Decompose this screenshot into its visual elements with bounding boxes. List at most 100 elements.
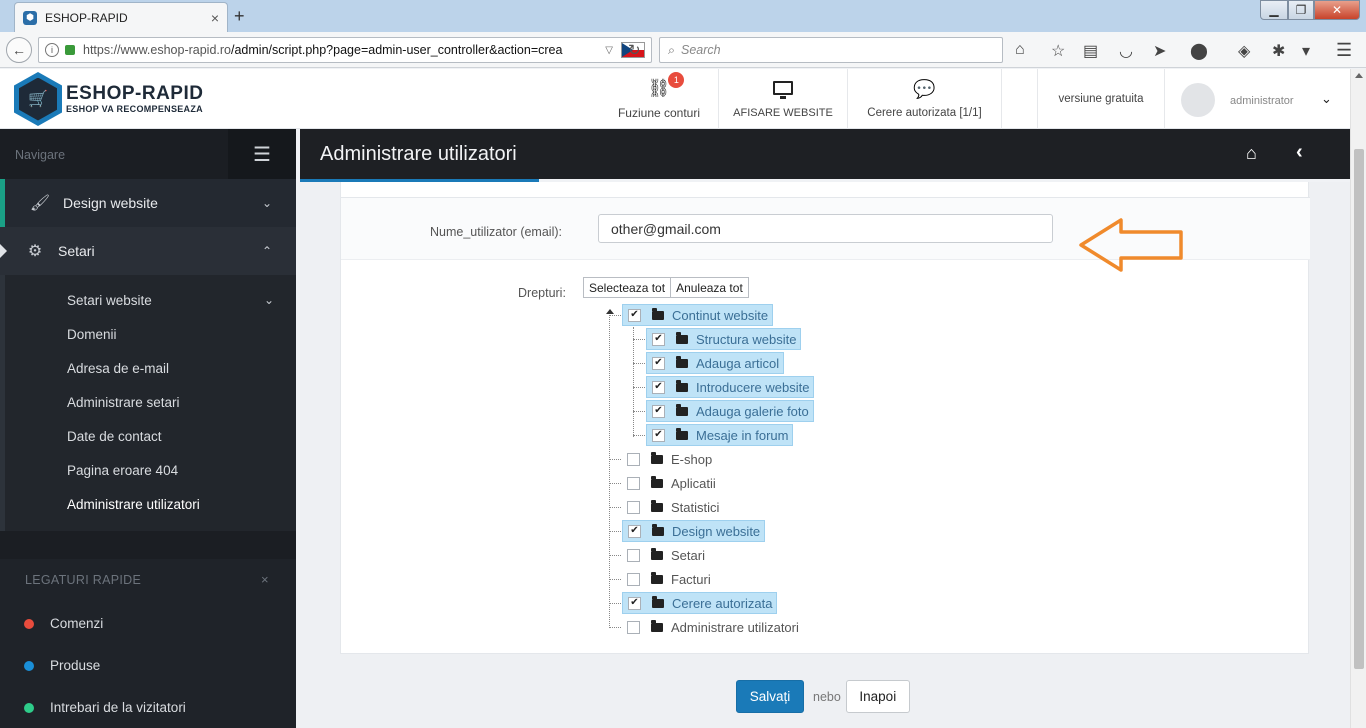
username-input[interactable] (598, 214, 1053, 243)
chevron-down-icon[interactable]: ⌄ (1321, 91, 1332, 107)
bookmark-star-icon[interactable]: ☆ (1051, 41, 1065, 61)
tree-node-structura-website[interactable]: ✔ Structura website (646, 328, 802, 350)
tree-node-administrare-utilizatori[interactable]: Administrare utilizatori (622, 616, 803, 638)
avatar[interactable] (1181, 83, 1215, 117)
url-bar[interactable]: i https://www.eshop-rapid.ro/admin/scrip… (38, 37, 652, 63)
tree-node-cerere-autorizata[interactable]: ✔ Cerere autorizata (622, 592, 778, 614)
sidebar-item-setari[interactable]: ⚙ Setari ⌃ (0, 227, 296, 275)
close-tab-icon[interactable]: × (211, 10, 219, 26)
sidebar-subitem-404[interactable]: Pagina eroare 404 (67, 463, 178, 478)
merge-accounts-button[interactable]: ⛓ 1 Fuziune conturi (600, 69, 718, 129)
tree-node-adauga-galerie-foto[interactable]: ✔ Adauga galerie foto (646, 400, 814, 422)
back-button[interactable]: Inapoi (845, 680, 910, 713)
url-dropdown-icon[interactable]: ▽ (605, 45, 613, 56)
close-window-button[interactable]: ✕ (1314, 0, 1360, 20)
app-header: 🛒 ESHOP-RAPID ESHOP VA RECOMPENSEAZA ⛓ 1 … (0, 69, 1352, 129)
quick-link-produse[interactable]: Produse (24, 658, 100, 673)
tree-node-aplicatii[interactable]: Aplicatii (622, 472, 720, 494)
select-all-button[interactable]: Selecteaza tot (583, 277, 672, 298)
url-text[interactable]: https://www.eshop-rapid.ro/admin/script.… (83, 43, 597, 57)
username-label: Nume_utilizator (email): (430, 225, 562, 239)
lock-icon (65, 45, 75, 55)
checkbox[interactable]: ✔ (652, 380, 665, 394)
browser-menu-icon[interactable]: ☰ (1336, 40, 1352, 61)
reload-icon[interactable]: ↻ (628, 41, 641, 59)
save-button[interactable]: Salvați (736, 680, 804, 713)
tree-node-statistici[interactable]: Statistici (622, 496, 723, 518)
link-chain-icon: ⛓ 1 (648, 72, 685, 100)
pocket-icon[interactable]: ◡ (1119, 41, 1133, 61)
new-tab-icon[interactable]: + (234, 6, 245, 27)
sidebar-item-label: Setari (58, 243, 95, 259)
sidebar-subitem-contact[interactable]: Date de contact (67, 429, 162, 444)
sidebar-item-label: Design website (63, 195, 158, 211)
tree-node-introducere-website[interactable]: ✔ Introducere website (646, 376, 815, 398)
sidebar-subitem-admin-users[interactable]: Administrare utilizatori (67, 497, 200, 512)
quick-link-label: Produse (50, 658, 101, 673)
user-form-panel: Nume_utilizator (email): Drepturi: Selec… (340, 182, 1310, 654)
checkbox[interactable] (627, 572, 640, 586)
browser-search-input[interactable]: ⌕ Search (659, 37, 1003, 63)
logo[interactable]: 🛒 ESHOP-RAPID ESHOP VA RECOMPENSEAZA (14, 72, 203, 126)
folder-icon (652, 307, 664, 320)
quick-link-comenzi[interactable]: Comenzi (24, 616, 103, 631)
checkbox[interactable]: ✔ (652, 404, 665, 418)
user-name[interactable]: administrator (1230, 95, 1294, 107)
checkbox[interactable] (627, 620, 640, 634)
send-icon[interactable]: ➤ (1153, 41, 1166, 61)
chevron-left-icon[interactable]: ‹ (1296, 141, 1303, 164)
tree-node-adauga-articol[interactable]: ✔ Adauga articol (646, 352, 785, 374)
sidebar-subitem-setari-website[interactable]: Setari website ⌄ (67, 293, 274, 308)
maximize-button[interactable]: ❐ (1288, 0, 1314, 20)
checkbox[interactable]: ✔ (652, 356, 665, 370)
checkbox[interactable]: ✔ (628, 524, 641, 538)
folder-icon (676, 331, 688, 344)
deselect-all-button[interactable]: Anuleaza tot (671, 277, 749, 298)
site-favicon-icon: ⬢ (23, 10, 37, 25)
scrollbar-thumb[interactable] (1354, 149, 1364, 669)
tree-node-e-shop[interactable]: E-shop (622, 448, 716, 470)
checkbox[interactable]: ✔ (628, 308, 641, 322)
header-spacer (1001, 69, 1037, 129)
tree-node-facturi[interactable]: Facturi (622, 568, 715, 590)
back-arrow-icon[interactable]: ← (6, 37, 32, 63)
scroll-up-icon[interactable] (1355, 73, 1363, 78)
tree-collapse-icon[interactable] (606, 309, 614, 314)
logo-title: ESHOP-RAPID (66, 83, 204, 104)
checkbox[interactable] (627, 500, 640, 514)
minimize-button[interactable]: ▁ (1260, 0, 1288, 20)
sidebar-subitem-domenii[interactable]: Domenii (67, 327, 117, 342)
authorized-requests-button[interactable]: 💬 Cerere autorizata [1/1] (847, 69, 1001, 129)
vertical-scrollbar[interactable] (1350, 69, 1366, 728)
quick-link-intrebari[interactable]: Intrebari de la vizitatori (24, 700, 186, 715)
sidebar-subitem-admin-setari[interactable]: Administrare setari (67, 395, 180, 410)
tree-node-continut-website[interactable]: ✔ Continut website (622, 304, 774, 326)
reading-list-icon[interactable]: ▤ (1083, 41, 1098, 61)
browser-tab[interactable]: ⬢ ESHOP-RAPID × (14, 2, 228, 32)
sidebar-subitem-email[interactable]: Adresa de e-mail (67, 361, 169, 376)
checkbox[interactable] (627, 452, 640, 466)
tree-node-label: Setari (671, 547, 705, 563)
sidebar-toggle-icon[interactable]: ☰ (228, 129, 296, 179)
website-display-button[interactable]: AFISARE WEBSITE (718, 69, 847, 129)
checkbox[interactable] (627, 548, 640, 562)
checkbox[interactable] (627, 476, 640, 490)
quick-links-close-icon[interactable]: × (261, 572, 269, 587)
info-icon[interactable]: i (45, 43, 59, 57)
overflow-chevron-icon[interactable]: ▾ (1302, 41, 1310, 61)
extension-icon[interactable]: ✱ (1272, 41, 1285, 61)
tree-node-design-website[interactable]: ✔ Design website (622, 520, 766, 542)
checkbox[interactable]: ✔ (652, 332, 665, 346)
tree-node-mesaje-forum[interactable]: ✔ Mesaje in forum (646, 424, 794, 446)
form-actions: Salvați nebo Inapoi (736, 680, 910, 713)
home-icon[interactable]: ⌂ (1015, 41, 1025, 59)
home-icon[interactable]: ⌂ (1246, 143, 1257, 164)
tree-node-setari[interactable]: Setari (622, 544, 709, 566)
adblock-icon[interactable]: ⬤ (1190, 41, 1208, 61)
monitor-icon (773, 81, 793, 99)
checkbox[interactable]: ✔ (652, 428, 665, 442)
ublock-icon[interactable]: ◈ (1238, 41, 1250, 61)
sidebar-submenu: Setari website ⌄ Domenii Adresa de e-mai… (0, 275, 296, 531)
checkbox[interactable]: ✔ (628, 596, 641, 610)
sidebar-item-design-website[interactable]: 🖌 Design website ⌄ (0, 179, 296, 227)
